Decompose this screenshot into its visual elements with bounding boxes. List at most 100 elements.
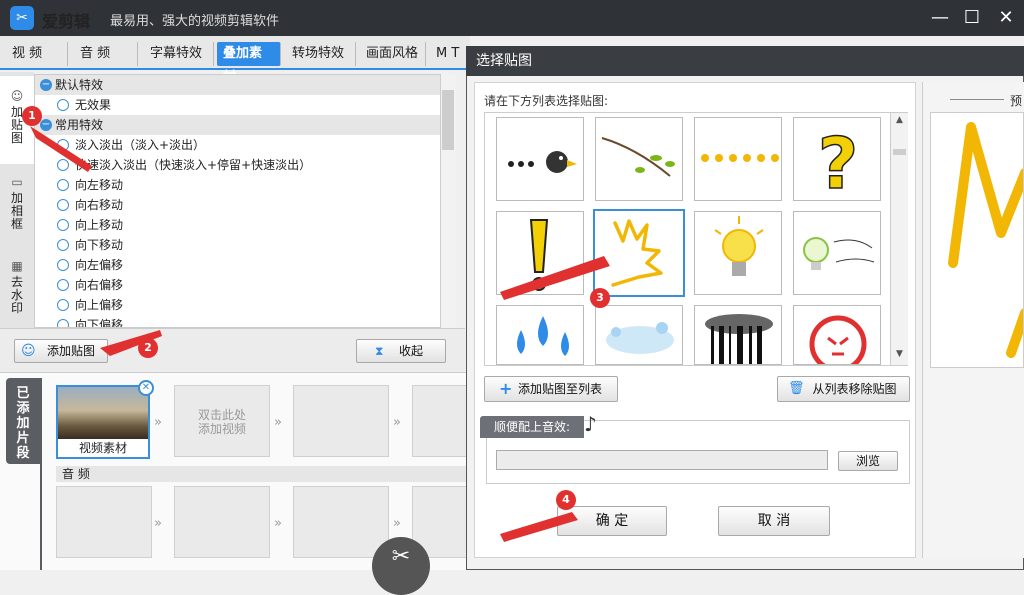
sticker-leaf-branch[interactable] xyxy=(595,117,683,201)
audio-slot[interactable] xyxy=(174,486,270,558)
effect-item[interactable]: 向左偏移 xyxy=(35,255,455,275)
effects-scrollbar-thumb[interactable] xyxy=(442,90,454,150)
side-tab-remove-watermark[interactable]: ▦ 去 水 印 xyxy=(0,252,34,324)
collapse-icon: ⧗ xyxy=(375,344,384,358)
radio-icon[interactable] xyxy=(57,319,69,327)
group-label: 默认特效 xyxy=(55,78,104,92)
side-tab-label: 加 贴 图 xyxy=(10,105,23,145)
clip-label: 视频素材 xyxy=(78,441,127,455)
effect-item[interactable]: 快速淡入淡出（快速淡入+停留+快速淡出） xyxy=(35,155,455,175)
collapse-group-icon[interactable]: − xyxy=(40,79,52,91)
effect-item[interactable]: 向右偏移 xyxy=(35,275,455,295)
radio-icon[interactable] xyxy=(57,159,69,171)
tab-video[interactable]: 视 频 xyxy=(6,42,68,66)
scissors-icon[interactable]: ✂ xyxy=(372,537,430,595)
effect-label: 向右移动 xyxy=(75,198,124,212)
tab-overlay-material[interactable]: 叠加素材 xyxy=(217,42,281,85)
effect-label: 淡入淡出（淡入+淡出） xyxy=(75,138,206,152)
sticker-yellow-burst-selected[interactable] xyxy=(593,209,685,297)
effects-list: − 默认特效 无效果 − 常用特效 淡入淡出（淡入+淡出） 快速淡入淡出（快速淡入+… xyxy=(34,74,456,328)
radio-icon[interactable] xyxy=(57,99,69,111)
sticker-water-splash[interactable] xyxy=(595,305,683,365)
collapse-button[interactable]: ⧗ 收起 xyxy=(356,339,446,363)
sticker-bird-dots[interactable] xyxy=(496,117,584,201)
maximize-button[interactable]: ☐ xyxy=(958,6,986,30)
step-badge-3: 3 xyxy=(590,288,610,308)
sticker-water-drops[interactable] xyxy=(496,305,584,365)
radio-icon[interactable] xyxy=(57,199,69,211)
tab-transition-effects[interactable]: 转场特效 xyxy=(286,42,356,66)
sticker-light-bulb[interactable] xyxy=(694,211,782,295)
smiley-add-icon: ☺ xyxy=(21,343,36,359)
group-default-effects[interactable]: − 默认特效 xyxy=(35,75,455,95)
minimize-button[interactable]: — xyxy=(926,6,954,30)
confirm-button[interactable]: 确 定 xyxy=(557,506,667,536)
sound-file-field[interactable] xyxy=(496,450,828,470)
app-logo-icon: ✂ xyxy=(10,6,34,30)
remove-sticker-from-list-button[interactable]: 🗑 从列表移除贴图 xyxy=(777,376,910,402)
cancel-button[interactable]: 取 消 xyxy=(718,506,830,536)
radio-icon[interactable] xyxy=(57,179,69,191)
effect-label: 向上偏移 xyxy=(75,298,124,312)
added-clips-label: 已 添 加 片 段 xyxy=(6,378,40,464)
sequence-arrow-icon: » xyxy=(154,516,162,531)
sticker-angry-bubble[interactable] xyxy=(793,305,881,365)
clip-preview-image xyxy=(58,387,148,439)
radio-icon[interactable] xyxy=(57,279,69,291)
add-video-placeholder: 双击此处 添加视频 xyxy=(197,408,246,436)
effect-item[interactable]: 向左移动 xyxy=(35,175,455,195)
radio-icon[interactable] xyxy=(57,239,69,251)
side-tab-add-frame[interactable]: ▭ 加 相 框 xyxy=(0,168,34,248)
tab-audio[interactable]: 音 频 xyxy=(74,42,138,66)
radio-icon[interactable] xyxy=(57,299,69,311)
effect-item[interactable]: 向右移动 xyxy=(35,195,455,215)
collapse-group-icon[interactable]: − xyxy=(40,119,52,131)
radio-icon[interactable] xyxy=(57,219,69,231)
effect-label: 无效果 xyxy=(75,98,112,112)
side-tab-label: 加 相 框 xyxy=(10,191,23,231)
effect-item[interactable]: 向下移动 xyxy=(35,235,455,255)
trash-icon: 🗑 xyxy=(788,381,805,396)
sticker-grid-scrollbar[interactable]: ▲ ▼ xyxy=(890,113,908,365)
tab-subtitle-effects[interactable]: 字幕特效 xyxy=(144,42,214,66)
sticker-question-mark[interactable]: ? xyxy=(793,117,881,201)
tab-picture-style[interactable]: 画面风格 xyxy=(360,42,426,66)
sticker-exclamation[interactable] xyxy=(496,211,584,295)
sticker-barcode-smoke[interactable] xyxy=(694,305,782,365)
effect-label: 向下移动 xyxy=(75,238,124,252)
scroll-thumb[interactable] xyxy=(893,149,906,155)
tab-mtv[interactable]: M T xyxy=(430,42,470,66)
watermark-remove-icon: ▦ xyxy=(11,259,23,273)
collapse-label: 收起 xyxy=(398,344,423,358)
add-sticker-button[interactable]: ☺ 添加贴图 xyxy=(14,339,108,363)
effect-label: 向上移动 xyxy=(75,218,124,232)
sequence-arrow-icon: » xyxy=(393,415,401,430)
side-tab-label: 去 水 印 xyxy=(10,275,23,315)
remove-clip-icon[interactable]: ✕ xyxy=(138,380,154,396)
video-slot[interactable] xyxy=(412,385,470,457)
scroll-down-icon[interactable]: ▼ xyxy=(893,349,906,363)
effect-item[interactable]: 向上偏移 xyxy=(35,295,455,315)
effect-item[interactable]: 向上移动 xyxy=(35,215,455,235)
group-common-effects[interactable]: − 常用特效 xyxy=(35,115,455,135)
app-tagline: 最易用、强大的视频剪辑软件 xyxy=(110,14,280,29)
effect-label: 向左移动 xyxy=(75,178,124,192)
sticker-idea-bulb-text[interactable] xyxy=(793,211,881,295)
audio-slot[interactable] xyxy=(56,486,152,558)
close-button[interactable]: ✕ xyxy=(992,6,1020,30)
video-slot[interactable] xyxy=(293,385,389,457)
browse-button[interactable]: 浏览 xyxy=(838,451,898,471)
add-sticker-to-list-button[interactable]: + 添加贴图至列表 xyxy=(484,376,618,402)
effect-item[interactable]: 无效果 xyxy=(35,95,455,115)
radio-icon[interactable] xyxy=(57,139,69,151)
smiley-add-icon: ☺ xyxy=(10,89,24,103)
effect-item[interactable]: 向下偏移 xyxy=(35,315,455,328)
step-badge-2: 2 xyxy=(138,338,158,358)
effect-item[interactable]: 淡入淡出（淡入+淡出） xyxy=(35,135,455,155)
effect-label: 向下偏移 xyxy=(75,318,124,328)
audio-slot[interactable] xyxy=(293,486,389,558)
scroll-up-icon[interactable]: ▲ xyxy=(893,115,906,129)
sticker-yellow-dots[interactable] xyxy=(694,117,782,201)
radio-icon[interactable] xyxy=(57,259,69,271)
sound-effect-label: 顺便配上音效: xyxy=(480,416,584,438)
